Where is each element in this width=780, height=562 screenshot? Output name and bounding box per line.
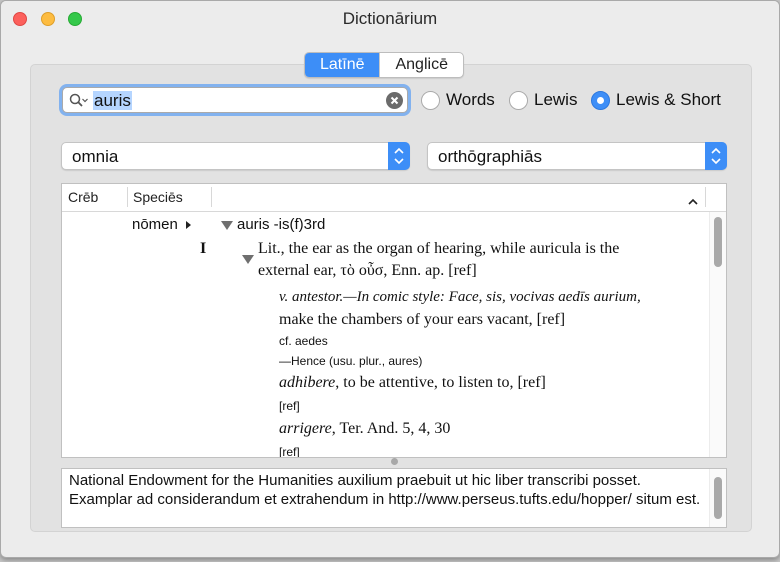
phrase-line: arrigere, Ter. And. 5, 4, 30	[279, 420, 450, 438]
column-divider[interactable]	[211, 187, 212, 207]
dictionary-window: Dictionārium Latīnē Anglicē auris Words …	[0, 0, 780, 558]
filter-popup-right[interactable]: orthōgraphiās	[427, 142, 727, 170]
column-divider[interactable]	[705, 187, 706, 207]
column-divider[interactable]	[127, 187, 128, 207]
translation-line: make the chambers of your ears vacant, […	[279, 311, 566, 328]
table-scrollbar[interactable]	[709, 212, 726, 457]
updown-arrows-icon	[388, 142, 410, 170]
radio-button[interactable]	[421, 90, 440, 110]
updown-arrows-icon	[705, 142, 727, 170]
tab-latin[interactable]: Latīnē	[305, 53, 380, 77]
title-bar[interactable]: Dictionārium	[1, 1, 779, 39]
radio-button[interactable]	[591, 90, 610, 110]
search-input[interactable]: auris	[93, 91, 132, 110]
radio-label: Words	[446, 90, 495, 109]
phrase-meaning: , Ter. And. 5, 4, 30	[331, 420, 451, 437]
column-header-species[interactable]: Speciēs	[133, 189, 183, 205]
table-header: Crēb Speciēs	[62, 184, 726, 212]
window-title: Dictionārium	[342, 9, 438, 28]
radio-label: Lewis	[534, 90, 578, 109]
info-text: National Endowment for the Humanities au…	[69, 472, 701, 508]
phrase-term: adhibere	[279, 374, 336, 391]
radio-words[interactable]: Words	[421, 90, 495, 110]
radio-lewis-short[interactable]: Lewis & Short	[591, 90, 721, 110]
filter-popup-left[interactable]: omnia	[61, 142, 410, 170]
disclosure-down-icon[interactable]	[242, 255, 254, 264]
cross-reference: cf. aedes	[279, 334, 328, 348]
phrase-term: arrigere	[279, 420, 332, 437]
search-field[interactable]: auris	[62, 87, 408, 113]
reference-link[interactable]: [ref]	[279, 445, 300, 457]
split-view-handle[interactable]	[391, 458, 398, 465]
radio-label: Lewis & Short	[616, 90, 721, 109]
popup-value: omnia	[72, 147, 119, 166]
tab-english[interactable]: Anglicē	[379, 53, 462, 77]
sort-chevron-icon[interactable]	[688, 193, 698, 211]
radio-button[interactable]	[509, 90, 528, 110]
scrollbar-thumb[interactable]	[714, 217, 722, 267]
phrase-line: adhibere, to be attentive, to listen to,…	[279, 374, 546, 392]
part-of-speech: nōmen	[132, 216, 178, 233]
definition-line: external ear, τὸ οὖσ, Enn. ap. [ref]	[258, 262, 477, 279]
clear-search-icon[interactable]	[386, 92, 403, 109]
popup-value: orthōgraphiās	[438, 147, 542, 166]
reference-link[interactable]: [ref]	[279, 399, 300, 413]
search-icon[interactable]	[69, 93, 89, 109]
column-header-frequency[interactable]: Crēb	[68, 189, 98, 205]
disclosure-right-icon[interactable]	[186, 221, 191, 229]
radio-lewis[interactable]: Lewis	[509, 90, 577, 110]
headword: auris -is(f)3rd	[237, 216, 326, 233]
citation-line: v. antestor.—In comic style: Face, sis, …	[279, 289, 641, 305]
disclosure-down-icon[interactable]	[221, 221, 233, 230]
language-tabs: Latīnē Anglicē	[304, 52, 464, 78]
usage-note: —Hence (usu. plur., aures)	[279, 354, 423, 368]
table-body: nōmen auris -is(f)3rd I Lit., the ear as…	[62, 212, 708, 457]
results-table[interactable]: Crēb Speciēs nōmen auris -is(f)3rd I Lit…	[61, 183, 727, 458]
phrase-meaning: , to be attentive, to listen to, [ref]	[335, 374, 546, 391]
sense-number: I	[200, 240, 207, 257]
definition-line: Lit., the ear as the organ of hearing, w…	[258, 240, 620, 257]
scrollbar-thumb[interactable]	[714, 477, 722, 519]
info-scrollbar[interactable]	[709, 469, 726, 527]
info-text-area[interactable]: National Endowment for the Humanities au…	[61, 468, 727, 528]
